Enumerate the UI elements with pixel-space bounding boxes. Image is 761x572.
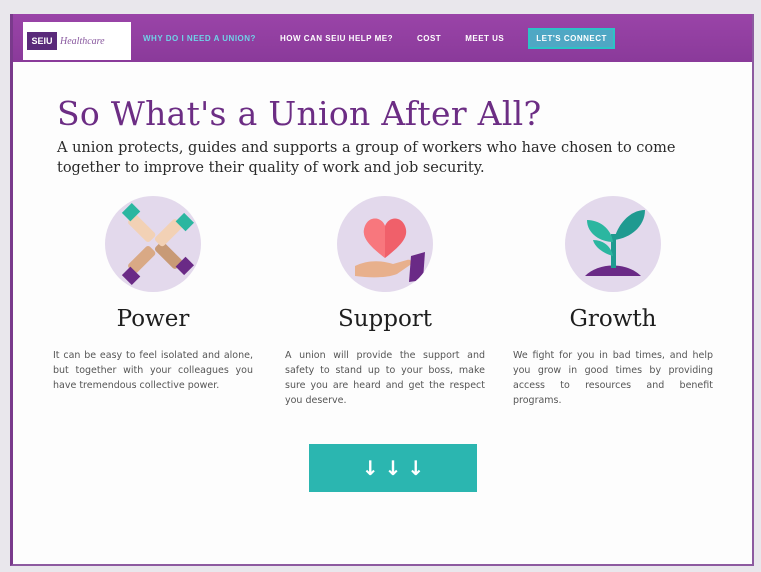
top-navigation: SEIU Healthcare WHY DO I NEED A UNION? H…	[13, 14, 752, 62]
feature-title-growth: Growth	[569, 306, 657, 332]
nav-link-why-union[interactable]: WHY DO I NEED A UNION?	[143, 34, 256, 43]
feature-title-support: Support	[337, 306, 433, 332]
heart-in-hand-icon	[337, 196, 433, 292]
feature-desc-support: A union will provide the support and saf…	[285, 350, 485, 406]
nav-links: WHY DO I NEED A UNION? HOW CAN SEIU HELP…	[143, 14, 615, 62]
down-arrow-icon: ↓	[407, 456, 425, 480]
logo-text: Healthcare	[60, 35, 105, 47]
feature-power: Power It can be easy to feel isolated an…	[53, 196, 253, 393]
down-arrow-icon: ↓	[384, 456, 402, 480]
page-title: So What's a Union After All?	[57, 94, 542, 133]
feature-title-power: Power	[116, 306, 190, 332]
nav-link-meet-us[interactable]: MEET US	[465, 34, 504, 43]
sprout-icon	[565, 196, 661, 292]
feature-growth: Growth We fight for you in bad times, an…	[513, 196, 713, 408]
logo-mark: SEIU	[27, 32, 57, 50]
lets-connect-button[interactable]: LET'S CONNECT	[528, 27, 615, 49]
seiu-logo[interactable]: SEIU Healthcare	[23, 22, 131, 60]
down-arrow-icon: ↓	[361, 456, 379, 480]
browser-page: SEIU Healthcare WHY DO I NEED A UNION? H…	[10, 14, 754, 566]
linked-hands-icon	[105, 196, 201, 292]
feature-support: Support A union will provide the support…	[285, 196, 485, 408]
page-subtitle: A union protects, guides and supports a …	[57, 140, 676, 176]
nav-link-how-seiu-helps[interactable]: HOW CAN SEIU HELP ME?	[280, 34, 393, 43]
scroll-down-button[interactable]: ↓ ↓ ↓	[309, 444, 477, 492]
feature-desc-power: It can be easy to feel isolated and alon…	[53, 350, 253, 391]
nav-link-cost[interactable]: COST	[417, 34, 441, 43]
feature-desc-growth: We fight for you in bad times, and help …	[513, 350, 713, 406]
